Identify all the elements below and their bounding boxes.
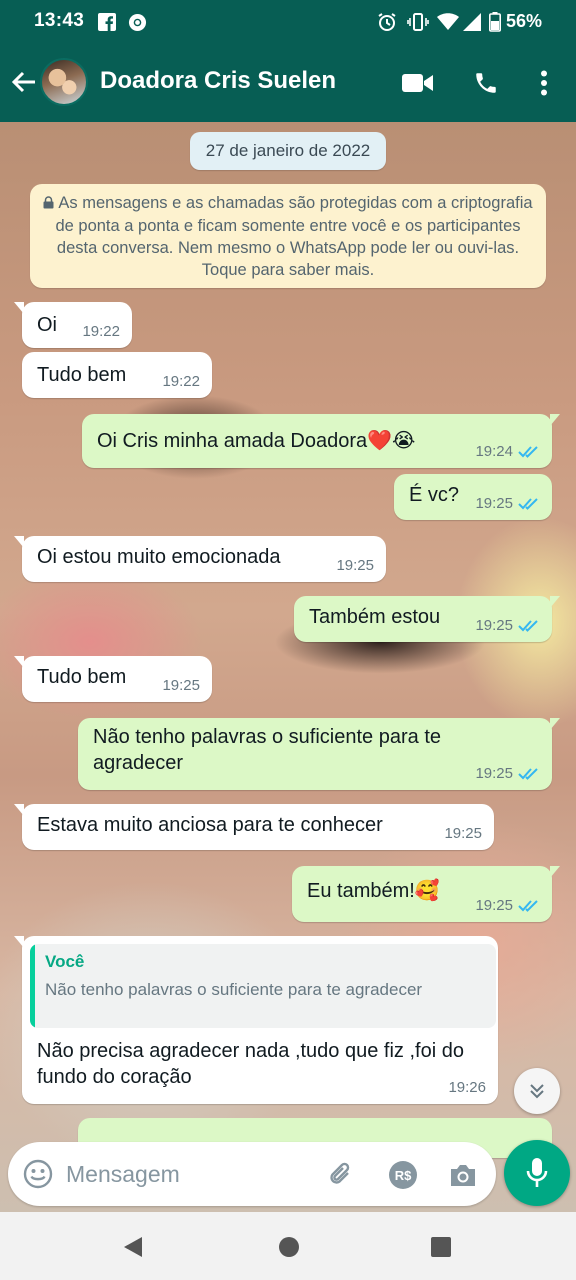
message-text: Estava muito anciosa para te conhecer — [37, 814, 383, 836]
battery-percent: 56% — [505, 11, 542, 31]
chat-area[interactable]: 27 de janeiro de 2022 As mensagens e as … — [0, 122, 576, 1212]
date-chip: 27 de janeiro de 2022 — [190, 132, 386, 170]
message-text: Tudo bem — [37, 364, 127, 386]
message-text: Tudo bem — [37, 666, 127, 688]
message-time: 19:26 — [448, 1079, 486, 1096]
battery-icon — [489, 12, 501, 32]
message-text: Não precisa agradecer nada ,tudo que fiz… — [37, 1040, 464, 1088]
triangle-back-icon — [124, 1237, 142, 1257]
more-options-button[interactable] — [526, 66, 562, 100]
svg-text:R$: R$ — [395, 1168, 412, 1183]
alarm-icon — [377, 12, 397, 32]
message-bubble-outgoing[interactable]: Também estou 19:25 — [294, 596, 560, 642]
currency-real-icon: R$ — [389, 1161, 417, 1189]
contact-name[interactable]: Doadora Cris Suelen — [100, 67, 336, 95]
message-meta: 19:25 — [475, 765, 540, 782]
message-time: 19:25 — [162, 677, 200, 694]
quote-author: Você — [45, 952, 85, 971]
encryption-notice[interactable]: As mensagens e as chamadas são protegida… — [30, 184, 546, 288]
message-meta: 19:25 — [475, 617, 540, 634]
message-time: 19:25 — [475, 765, 513, 782]
nav-home-button[interactable] — [276, 1234, 302, 1260]
status-time: 13:43 — [34, 10, 85, 31]
message-text: Oi estou muito emocionada — [37, 546, 281, 568]
message-text: Oi Cris minha amada Doadora❤️😭 — [97, 430, 416, 452]
emoji-icon — [23, 1159, 53, 1189]
nav-recents-button[interactable] — [428, 1234, 454, 1260]
video-call-button[interactable] — [400, 66, 436, 100]
double-check-read-icon — [518, 619, 538, 632]
message-text: É vc? — [409, 484, 460, 506]
message-text: Não tenho palavras o suficiente para te … — [93, 726, 441, 774]
message-time: 19:25 — [336, 557, 374, 574]
message-bubble-outgoing[interactable]: Oi Cris minha amada Doadora❤️😭 19:24 — [82, 414, 560, 468]
chrome-icon — [128, 12, 147, 32]
message-bubble-outgoing[interactable]: É vc? 19:25 — [394, 474, 552, 520]
paperclip-icon — [330, 1162, 350, 1184]
quote-text: Não tenho palavras o suficiente para te … — [45, 980, 423, 999]
message-text: Oi — [37, 314, 57, 336]
message-time: 19:25 — [475, 617, 513, 634]
double-chevron-down-icon — [530, 1084, 544, 1099]
quote-accent-bar — [30, 944, 35, 1028]
message-bubble-incoming[interactable]: Tudo bem 19:25 — [14, 656, 212, 702]
attach-button[interactable] — [324, 1158, 358, 1192]
signal-icon — [462, 12, 482, 32]
message-time: 19:22 — [162, 373, 200, 390]
system-navigation-bar — [0, 1212, 576, 1280]
back-button[interactable] — [8, 64, 40, 100]
facebook-icon — [98, 12, 116, 32]
double-check-read-icon — [518, 899, 538, 912]
arrow-left-icon — [11, 71, 35, 93]
message-input[interactable] — [66, 1154, 316, 1194]
voice-call-icon — [476, 73, 496, 93]
message-bubble-incoming-reply[interactable]: Você Não tenho palavras o suficiente par… — [14, 936, 498, 1104]
contact-avatar[interactable] — [40, 58, 88, 106]
circle-home-icon — [279, 1237, 299, 1257]
lock-icon — [43, 193, 54, 215]
message-composer: R$ — [8, 1142, 496, 1206]
message-bubble-incoming[interactable]: Oi estou muito emocionada 19:25 — [14, 536, 386, 582]
message-time: 19:25 — [475, 897, 513, 914]
quoted-message[interactable]: Você Não tenho palavras o suficiente par… — [30, 944, 496, 1028]
message-meta: 19:24 — [475, 443, 540, 460]
message-meta: 19:25 — [475, 495, 540, 512]
message-time: 19:24 — [475, 443, 513, 460]
vibrate-icon — [407, 12, 429, 32]
voice-call-button[interactable] — [468, 66, 504, 100]
message-bubble-incoming[interactable]: Tudo bem 19:22 — [22, 352, 212, 398]
message-time: 19:22 — [82, 323, 120, 340]
message-bubble-outgoing[interactable]: Não tenho palavras o suficiente para te … — [78, 718, 560, 790]
double-check-read-icon — [518, 445, 538, 458]
voice-message-button[interactable] — [504, 1140, 570, 1206]
message-bubble-incoming[interactable]: Estava muito anciosa para te conhecer 19… — [14, 804, 494, 850]
camera-icon — [451, 1165, 475, 1186]
message-bubble-incoming[interactable]: Oi 19:22 — [14, 302, 132, 348]
message-text: Também estou — [309, 606, 441, 628]
double-check-read-icon — [518, 767, 538, 780]
encryption-notice-text: As mensagens e as chamadas são protegida… — [55, 194, 533, 279]
double-check-read-icon — [518, 497, 538, 510]
status-bar: 13:43 56% — [0, 0, 576, 44]
message-time: 19:25 — [475, 495, 513, 512]
more-options-icon — [541, 70, 547, 96]
message-meta: 19:25 — [475, 897, 540, 914]
composer-row: R$ — [0, 1140, 576, 1212]
message-time: 19:25 — [444, 825, 482, 842]
emoji-button[interactable] — [22, 1158, 54, 1190]
square-recents-icon — [431, 1237, 451, 1257]
nav-back-button[interactable] — [120, 1234, 146, 1260]
video-call-icon — [402, 74, 433, 92]
chat-header: Doadora Cris Suelen — [0, 44, 576, 122]
message-bubble-outgoing[interactable]: Eu também!🥰 19:25 — [292, 866, 560, 922]
scroll-to-bottom-button[interactable] — [514, 1068, 560, 1114]
camera-button[interactable] — [446, 1158, 480, 1192]
payment-button[interactable]: R$ — [386, 1158, 420, 1192]
microphone-icon — [526, 1158, 548, 1187]
message-text: Eu também!🥰 — [307, 880, 440, 902]
wifi-icon — [437, 12, 459, 32]
